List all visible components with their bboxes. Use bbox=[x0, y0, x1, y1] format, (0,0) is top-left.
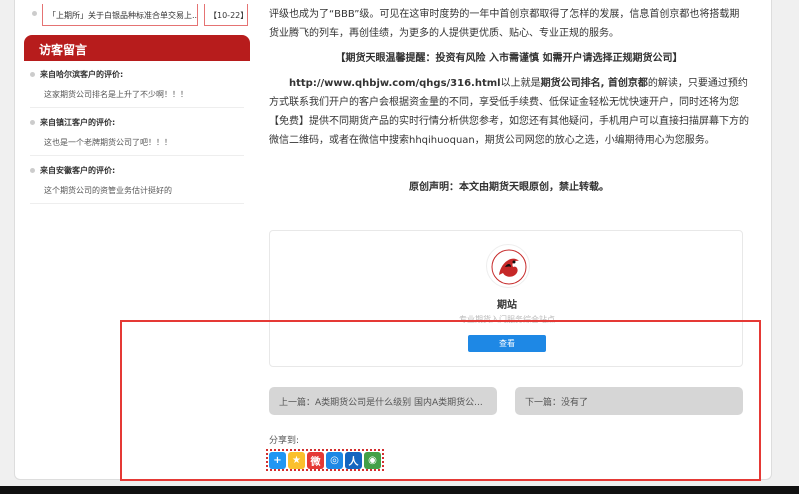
news-title-link[interactable]: 「上期所」关于白银品种标准合单交易上... bbox=[42, 4, 198, 26]
tencent-weibo-icon[interactable]: ◎ bbox=[326, 452, 343, 469]
guestbook-title: 访客留言 bbox=[24, 35, 250, 61]
author-description: 专业期货入门服务综合站点 bbox=[459, 315, 555, 324]
article-paragraph: http://www.qhbjw.com/qhgs/316.html以上就是期货… bbox=[269, 74, 749, 150]
comment-author: 来自镇江客户的评价: bbox=[40, 118, 116, 127]
view-button[interactable]: 查看 bbox=[468, 335, 546, 352]
copyright-statement: 原创声明：本文由期货天眼原创，禁止转载。 bbox=[409, 182, 609, 193]
bullet-icon bbox=[32, 11, 37, 16]
news-date: 【10-22】 bbox=[204, 4, 248, 26]
author-card: 期站 专业期货入门服务综合站点 查看 bbox=[269, 230, 743, 367]
taskbar-strip bbox=[0, 486, 799, 494]
author-name: 期站 bbox=[497, 300, 517, 311]
article-url-link[interactable]: http://www.qhbjw.com/qhgs/316.html bbox=[289, 78, 501, 89]
bullet-icon bbox=[30, 72, 35, 77]
warm-reminder: 【期货天眼温馨提醒：投资有风险 入市需谨慎 如需开户请选择正规期货公司】 bbox=[335, 53, 683, 64]
article-paragraph: 评级也成为了“BBB”级。可见在这审时度势的一年中首创京都取得了怎样的发展，信息… bbox=[269, 9, 740, 39]
dragon-logo-icon bbox=[486, 244, 530, 288]
share-buttons: + ★ 微 ◎ 人 ◉ bbox=[266, 449, 384, 471]
list-item[interactable]: 「上期所」关于白银品种标准合单交易上... 【10-22】 bbox=[32, 4, 250, 26]
more-share-icon[interactable]: + bbox=[269, 452, 286, 469]
bullet-icon bbox=[30, 120, 35, 125]
article-keyword: 期货公司排名, 首创京都 bbox=[540, 78, 648, 89]
wechat-icon[interactable]: ◉ bbox=[364, 452, 381, 469]
list-item: 来自哈尔滨客户的评价: 这家期货公司排名是上升了不少啊！！！ bbox=[30, 68, 244, 108]
article-text: 以上就是 bbox=[500, 78, 541, 89]
list-item: 来自镇江客户的评价: 这也是一个老牌期货公司了吧！！！ bbox=[30, 116, 244, 156]
renren-icon[interactable]: 人 bbox=[345, 452, 362, 469]
comment-author: 来自哈尔滨客户的评价: bbox=[40, 70, 124, 79]
comment-text: 这家期货公司排名是上升了不少啊！！！ bbox=[44, 90, 188, 99]
scrollbar[interactable] bbox=[772, 0, 799, 494]
comment-text: 这个期货公司的资管业务估计挺好的 bbox=[44, 186, 172, 195]
share-label: 分享到: bbox=[269, 436, 300, 446]
bullet-icon bbox=[30, 168, 35, 173]
weibo-icon[interactable]: 微 bbox=[307, 452, 324, 469]
qzone-icon[interactable]: ★ bbox=[288, 452, 305, 469]
prev-article-button[interactable]: 上一篇：A类期货公司是什么级别 国内A类期货公... bbox=[269, 387, 497, 415]
comment-author: 来自安徽客户的评价: bbox=[40, 166, 116, 175]
comment-text: 这也是一个老牌期货公司了吧！！！ bbox=[44, 138, 172, 147]
next-article-button[interactable]: 下一篇：没有了 bbox=[515, 387, 743, 415]
list-item: 来自安徽客户的评价: 这个期货公司的资管业务估计挺好的 bbox=[30, 164, 244, 204]
